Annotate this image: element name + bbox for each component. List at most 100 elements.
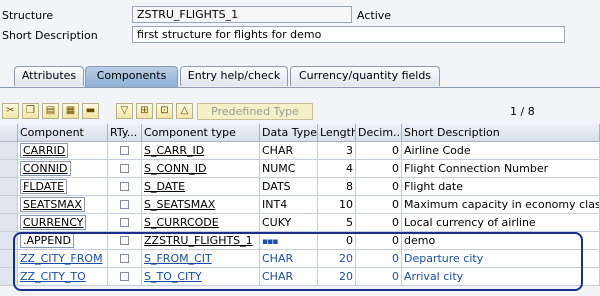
col-rtype[interactable]: RTy... [108,124,142,142]
decimals-cell: 0 [356,268,402,286]
decimals-value: 0 [392,234,399,247]
upload-icon[interactable]: △ [176,103,193,119]
tab-components[interactable]: Components [85,66,178,87]
table-row[interactable]: CURRENCY S_CURRCODE CUKY 5 0 Local currency o… [0,214,600,232]
rtype-checkbox-cell[interactable] [108,250,142,268]
row-selector[interactable] [0,268,18,286]
row-selector[interactable] [0,250,18,268]
col-component[interactable]: Component [18,124,108,142]
row-selector[interactable] [0,178,18,196]
rtype-checkbox-cell[interactable] [108,214,142,232]
table-row[interactable]: CONNID S_CONN_ID NUMC 4 0 Flight Connection N… [0,160,600,178]
rtype-checkbox-cell[interactable] [108,232,142,250]
filter-icon[interactable]: ▽ [116,103,133,119]
page-counter: 1 / 8 [510,105,535,118]
length-value: 3 [346,144,353,157]
component-name: ZZ_CITY_TO [20,270,86,283]
short-description-cell: Arrival city [402,268,600,286]
insert-icon[interactable]: ⊞ [136,103,153,119]
rtype-checkbox-cell[interactable] [108,268,142,286]
data-type: NUMC [262,162,296,175]
rtype-checkbox[interactable] [120,236,129,245]
delete-row-icon[interactable]: ▬ [82,103,99,119]
length-value: 0 [346,234,353,247]
tab-divider [0,87,600,88]
data-type: CHAR [262,144,294,157]
component-name: CARRID [20,143,69,158]
table-row[interactable]: CARRID S_CARR_ID CHAR 3 0 Airline Code [0,142,600,160]
rtype-checkbox-cell[interactable] [108,160,142,178]
data-type: CHAR [262,270,294,283]
rtype-checkbox[interactable] [120,272,129,281]
rtype-checkbox-cell[interactable] [108,142,142,160]
short-description-text: Departure city [404,252,484,265]
component-name: CURRENCY [20,215,87,230]
predefined-type-button[interactable]: Predefined Type [197,103,313,120]
tab-currency-quantity-fields[interactable]: Currency/quantity fields [290,66,440,86]
table-row[interactable]: ZZ_CITY_TO S_TO_CITY CHAR 20 0 Arrival city [0,268,600,286]
length-cell: 8 [318,178,356,196]
rtype-checkbox[interactable] [120,218,129,227]
component-type-cell: S_CURRCODE [142,214,260,232]
data-type-cell: INT4 [260,196,318,214]
short-description-field[interactable]: first structure for flights for demo [132,26,565,43]
tab-attributes[interactable]: Attributes [14,66,84,86]
table-row[interactable]: SEATSMAX S_SEATSMAX INT4 10 0 Maximum capacit… [0,196,600,214]
select-all-cell[interactable] [0,124,18,142]
col-component-type[interactable]: Component type [142,124,260,142]
insert-row-icon[interactable]: ▦ [62,103,79,119]
component-type-cell: S_FROM_CIT [142,250,260,268]
rtype-checkbox-cell[interactable] [108,178,142,196]
row-selector[interactable] [0,160,18,178]
toolbar: ✂ ❐ ▤ ▦ ▬ ▽ ⊞ ⊡ △ Predefined Type 1 / 8 [0,101,600,121]
component-name: SEATSMAX [20,197,85,212]
rtype-checkbox[interactable] [120,146,129,155]
col-short-description[interactable]: Short Description [402,124,600,142]
col-data-type[interactable]: Data Type [260,124,318,142]
length-value: 10 [339,198,353,211]
paste-icon[interactable]: ▤ [42,103,59,119]
component-cell: FLDATE [18,178,108,196]
rtype-checkbox[interactable] [120,200,129,209]
cut-icon[interactable]: ✂ [2,103,19,119]
rtype-checkbox[interactable] [120,182,129,191]
length-cell: 20 [318,250,356,268]
row-selector[interactable] [0,232,18,250]
short-description-label: Short Description [2,29,98,42]
new-icon[interactable]: ⊡ [156,103,173,119]
table-row[interactable]: .APPEND ZZSTRU_FLIGHTS_1 ▪▪▪ 0 0 demo [0,232,600,250]
component-name: .APPEND [20,233,74,248]
rtype-checkbox[interactable] [120,164,129,173]
length-value: 20 [339,270,353,283]
structure-name-field[interactable]: ZSTRU_FLIGHTS_1 [132,6,352,23]
component-type: S_SEATSMAX [144,198,216,211]
table-row[interactable]: FLDATE S_DATE DATS 8 0 Flight date [0,178,600,196]
table-row[interactable]: ZZ_CITY_FROM S_FROM_CIT CHAR 20 0 Departure c… [0,250,600,268]
short-description-text: Flight date [404,180,464,193]
short-description-text: Local currency of airline [404,216,536,229]
decimals-cell: 0 [356,196,402,214]
copy-icon[interactable]: ❐ [22,103,39,119]
short-description-text: Maximum capacity in economy class [404,198,600,211]
col-decimals[interactable]: Decim... [356,124,402,142]
short-description-cell: Airline Code [402,142,600,160]
rtype-checkbox[interactable] [120,254,129,263]
row-selector[interactable] [0,142,18,160]
short-description-text: Airline Code [404,144,471,157]
data-type-cell: CHAR [260,250,318,268]
append-details-icon[interactable]: ▪▪▪ [262,237,278,247]
rtype-checkbox-cell[interactable] [108,196,142,214]
col-length[interactable]: Length [318,124,356,142]
decimals-cell: 0 [356,250,402,268]
component-type: S_TO_CITY [144,270,202,283]
data-type-cell: NUMC [260,160,318,178]
short-description-cell: Flight Connection Number [402,160,600,178]
length-cell: 4 [318,160,356,178]
length-cell: 10 [318,196,356,214]
length-value: 5 [346,216,353,229]
row-selector[interactable] [0,196,18,214]
tab-entry-help-check[interactable]: Entry help/check [180,66,288,86]
length-cell: 0 [318,232,356,250]
decimals-value: 0 [392,270,399,283]
row-selector[interactable] [0,214,18,232]
